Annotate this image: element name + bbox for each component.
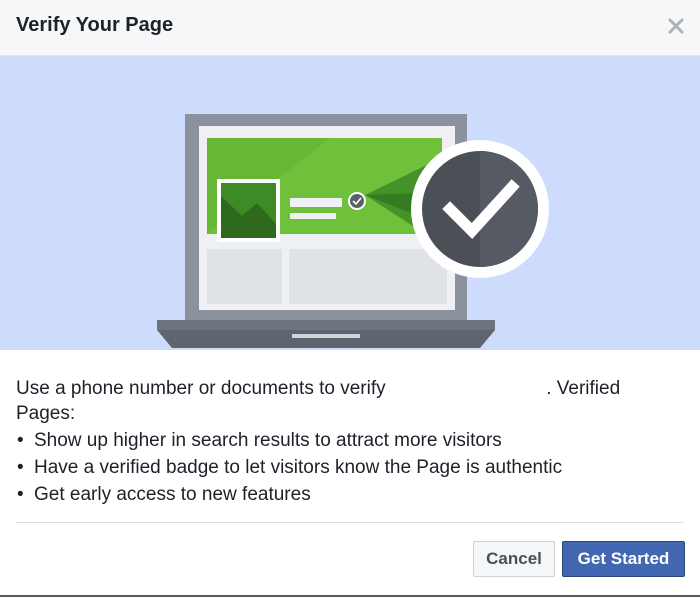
cancel-button[interactable]: Cancel (473, 541, 555, 577)
bullet: • (17, 484, 24, 505)
redacted-page-name (390, 378, 541, 399)
benefit-text: Show up higher in search results to attr… (34, 430, 502, 451)
intro-text: Use a phone number or documents to verif… (16, 376, 684, 401)
benefit-text: Have a verified badge to let visitors kn… (34, 457, 563, 478)
intro-after: . Verified (546, 378, 621, 399)
close-icon[interactable] (666, 16, 686, 36)
list-item: • Show up higher in search results to att… (16, 427, 684, 454)
dialog-title: Verify Your Page (16, 14, 174, 36)
verified-check-icon (411, 140, 549, 278)
bullet: • (17, 457, 24, 478)
footer-divider (16, 522, 684, 523)
verify-page-dialog: Verify Your Page Use a phone number or d… (0, 0, 700, 597)
benefits-list: • Show up higher in search results to att… (16, 427, 684, 508)
intro-before: Use a phone number or documents to verif… (16, 378, 386, 399)
bullet: • (17, 430, 24, 451)
intro-line2: Pages: (16, 403, 76, 424)
list-item: • Have a verified badge to let visitors k… (16, 454, 684, 481)
list-item: • Get early access to new features (16, 481, 684, 508)
dialog-header: Verify Your Page (0, 0, 700, 56)
verification-illustration (0, 56, 700, 350)
benefit-text: Get early access to new features (34, 484, 311, 505)
get-started-button[interactable]: Get Started (562, 541, 685, 577)
dialog-body: Use a phone number or documents to verif… (16, 376, 684, 508)
